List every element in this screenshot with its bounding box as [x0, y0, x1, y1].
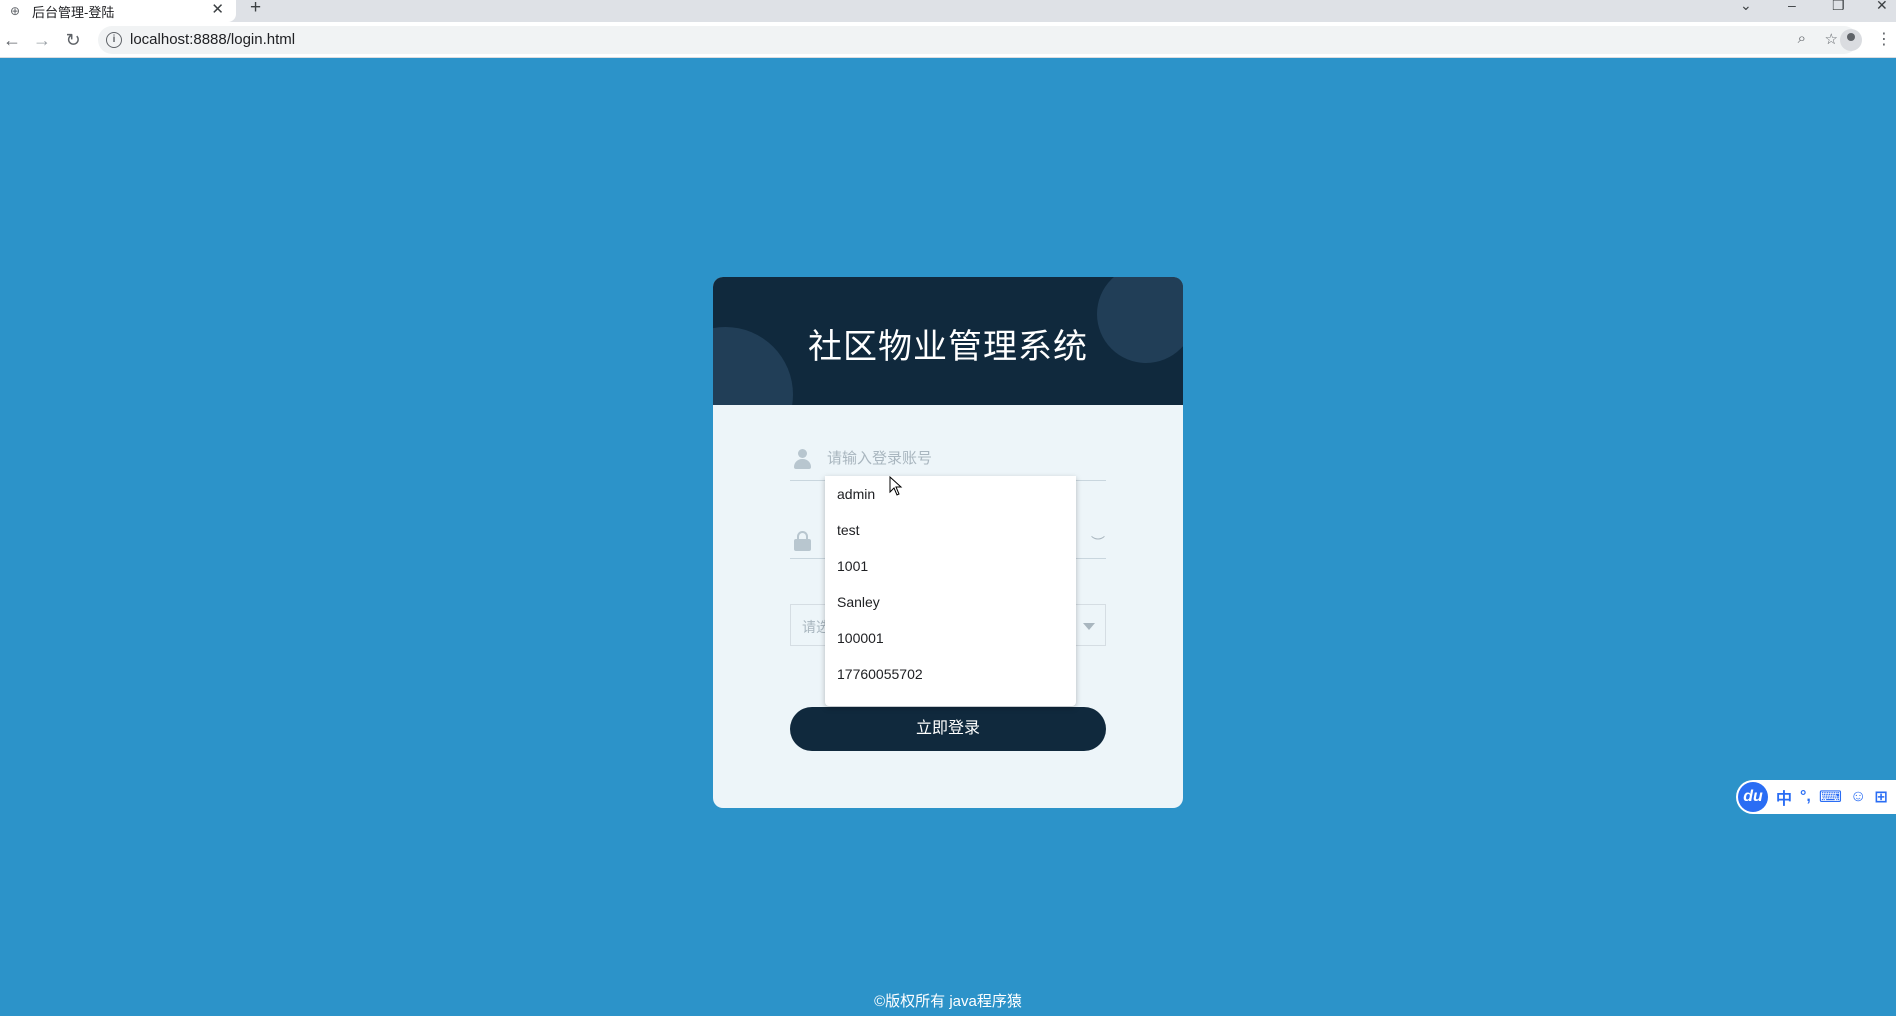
ime-punctuation[interactable]: °,: [1800, 788, 1811, 806]
browser-tab[interactable]: ⊕ 后台管理-登陆 ✕: [0, 0, 236, 22]
reload-button[interactable]: ↻: [61, 28, 85, 52]
autocomplete-item[interactable]: admin: [825, 485, 1076, 521]
close-tab-icon[interactable]: ✕: [211, 2, 224, 18]
tab-title: 后台管理-登陆: [32, 4, 115, 20]
profile-icon[interactable]: [1840, 29, 1862, 51]
user-icon: [794, 449, 811, 469]
address-bar[interactable]: i localhost:8888/login.html ⌕ ☆: [98, 26, 1858, 54]
grid-menu-icon[interactable]: ⊞: [1874, 787, 1887, 807]
zoom-icon[interactable]: ⌕: [1798, 30, 1806, 47]
autocomplete-dropdown: admin test 1001 Sanley 100001 1776005570…: [825, 476, 1076, 706]
forward-button[interactable]: →: [30, 28, 54, 52]
footer-copyright: ©版权所有 java程序猿: [874, 993, 1022, 1010]
autocomplete-item[interactable]: 1001: [825, 557, 1076, 593]
login-button[interactable]: 立即登录: [790, 707, 1106, 751]
tab-bar: ⊕ 后台管理-登陆 ✕ + ⌄ – ❐ ✕: [0, 0, 1896, 22]
lock-icon: [794, 531, 811, 551]
eye-closed-icon[interactable]: ︶: [1091, 533, 1105, 553]
close-window-icon[interactable]: ✕: [1876, 0, 1888, 12]
username-field: [790, 431, 1106, 481]
globe-icon: ⊕: [9, 4, 21, 18]
autocomplete-item[interactable]: Sanley: [825, 593, 1076, 629]
caret-down-icon: [1083, 623, 1095, 630]
card-header: 社区物业管理系统: [713, 277, 1183, 405]
info-icon[interactable]: i: [106, 32, 122, 48]
url-text[interactable]: localhost:8888/login.html: [130, 31, 295, 48]
tab-search-icon[interactable]: ⌄: [1740, 0, 1752, 12]
browser-menu-icon[interactable]: ⋮: [1876, 29, 1892, 49]
minimize-icon[interactable]: –: [1788, 0, 1796, 12]
page-title: 社区物业管理系统: [808, 328, 1088, 366]
restore-icon[interactable]: ❐: [1832, 0, 1845, 12]
bookmark-star-icon[interactable]: ☆: [1825, 30, 1838, 48]
username-input[interactable]: [827, 447, 1087, 469]
baidu-ime-logo[interactable]: du: [1738, 782, 1768, 812]
ime-chinese-mode[interactable]: 中: [1776, 785, 1792, 809]
emoji-icon[interactable]: ☺: [1850, 788, 1866, 806]
browser-toolbar: ← → ↻ i localhost:8888/login.html ⌕ ☆ ⋮: [0, 22, 1896, 58]
ime-toolbar: du 中 °, ⌨ ☺ ⊞: [1736, 780, 1896, 814]
autocomplete-item[interactable]: test: [825, 521, 1076, 557]
back-button[interactable]: ←: [0, 28, 24, 52]
autocomplete-item[interactable]: 17760055702: [825, 665, 1076, 701]
keyboard-icon[interactable]: ⌨: [1819, 787, 1842, 807]
new-tab-button[interactable]: +: [250, 0, 261, 17]
autocomplete-item[interactable]: 100001: [825, 629, 1076, 665]
